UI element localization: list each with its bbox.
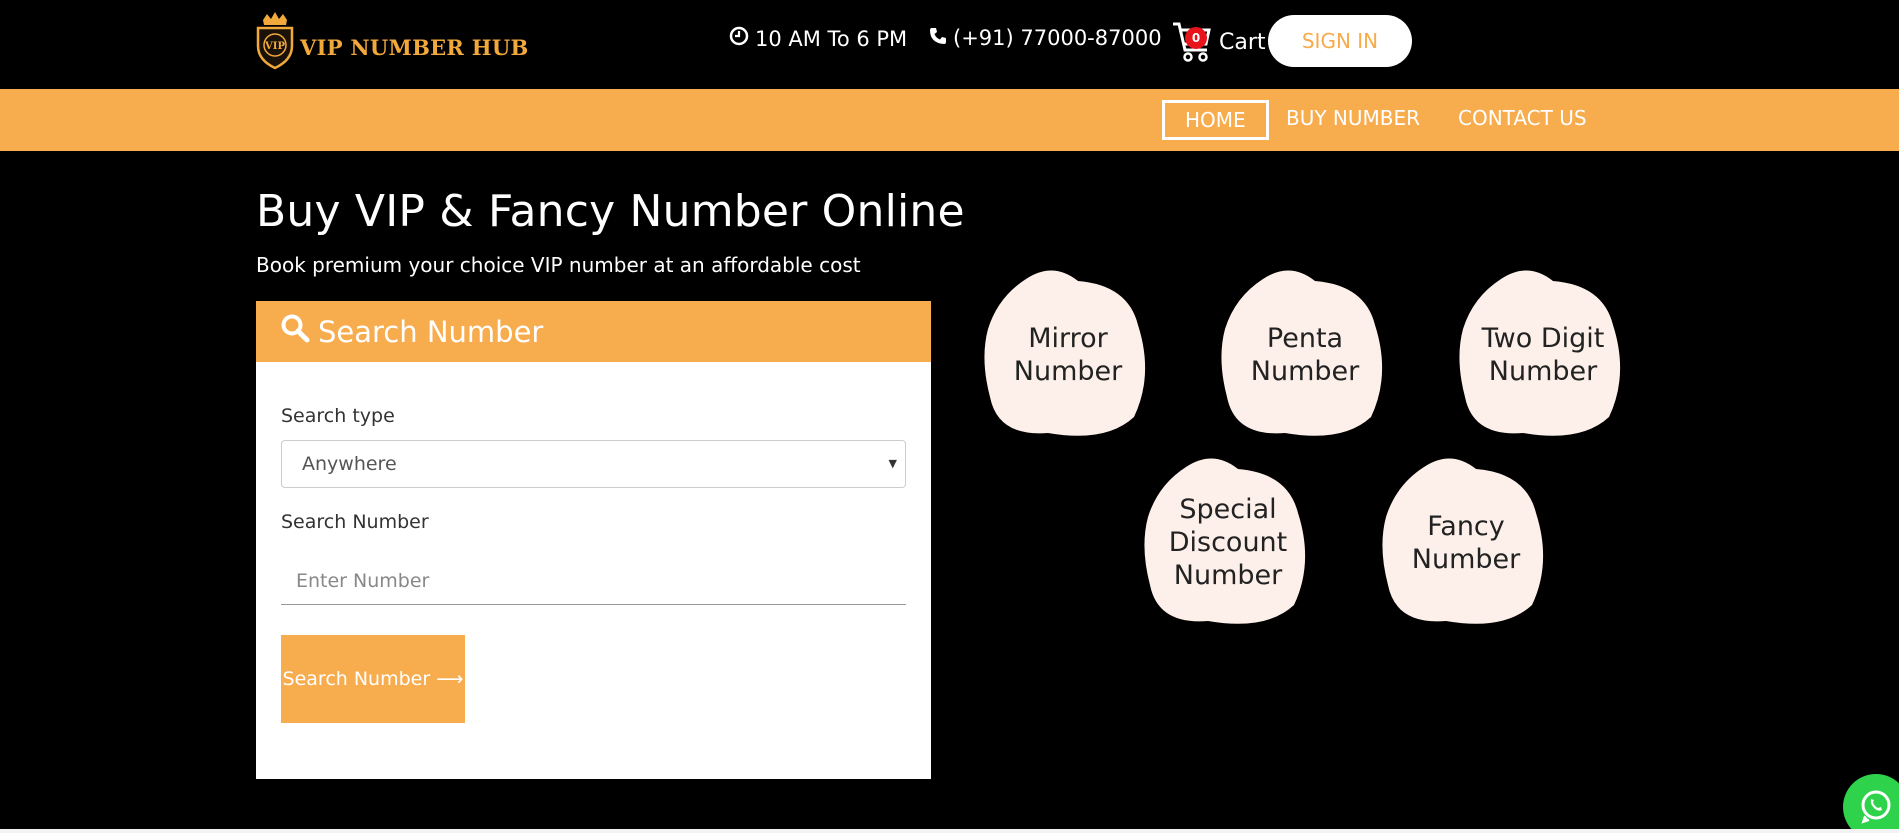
cart-label[interactable]: Cart (1219, 30, 1266, 55)
category-fancy-number[interactable]: Fancy Number (1376, 455, 1556, 630)
search-card-header: Search Number (256, 301, 931, 362)
whatsapp-button[interactable] (1843, 774, 1899, 833)
sign-in-button[interactable]: SIGN IN (1268, 15, 1412, 67)
search-type-label: Search type (281, 405, 395, 427)
search-card-title: Search Number (318, 314, 544, 349)
category-line-2: Number (1013, 355, 1123, 387)
search-card: Search Number Search type Anywhere ▼ Sea… (256, 301, 931, 779)
nav-contact-us[interactable]: CONTACT US (1438, 100, 1607, 140)
category-line-2: Number (1411, 543, 1521, 575)
category-line-1: Fancy (1427, 510, 1505, 542)
business-hours: 10 AM To 6 PM (729, 26, 907, 51)
phone-icon (929, 26, 947, 50)
category-line-2: Number (1250, 355, 1360, 387)
category-special-discount-number[interactable]: Special Discount Number (1138, 455, 1318, 630)
category-line-1: Two Digit (1481, 322, 1605, 354)
main-nav: HOME BUY NUMBER CONTACT US (0, 89, 1899, 151)
cart-icon[interactable]: 0 (1171, 20, 1213, 64)
site-logo[interactable]: VIP VIP NUMBER HUB (254, 10, 529, 70)
chevron-down-icon: ▼ (888, 457, 897, 470)
search-icon (280, 313, 310, 350)
top-bar: VIP VIP NUMBER HUB 10 AM To 6 PM (+91) 7… (0, 0, 1899, 89)
category-mirror-number[interactable]: Mirror Number (978, 267, 1158, 442)
page-title: Buy VIP & Fancy Number Online (256, 186, 965, 237)
badge-text: VIP (264, 41, 285, 52)
category-penta-number[interactable]: Penta Number (1215, 267, 1395, 442)
whatsapp-icon (1861, 790, 1891, 824)
category-line-1: Mirror (1028, 322, 1108, 354)
cart-count-badge: 0 (1185, 27, 1207, 49)
category-line-3: Number (1173, 560, 1283, 591)
page-subtitle: Book premium your choice VIP number at a… (256, 253, 861, 277)
category-line-2: Number (1488, 355, 1598, 387)
phone-number[interactable]: (+91) 77000-87000 (953, 26, 1162, 50)
contact-phone[interactable]: (+91) 77000-87000 (929, 26, 1162, 50)
search-number-button[interactable]: Search Number ⟶ (281, 635, 465, 723)
hours-text: 10 AM To 6 PM (755, 26, 908, 51)
nav-home[interactable]: HOME (1162, 100, 1269, 140)
nav-buy-number[interactable]: BUY NUMBER (1266, 100, 1440, 140)
search-type-value: Anywhere (302, 453, 397, 475)
brand-name: VIP NUMBER HUB (300, 34, 529, 60)
search-number-input[interactable]: Enter Number (281, 557, 906, 605)
category-line-2: Discount (1168, 527, 1288, 558)
category-two-digit-number[interactable]: Two Digit Number (1453, 267, 1633, 442)
category-line-1: Special (1179, 494, 1277, 525)
search-number-label: Search Number (281, 511, 429, 533)
category-line-1: Penta (1266, 322, 1344, 354)
page-divider (0, 829, 1899, 833)
clock-icon (729, 26, 749, 51)
search-type-select[interactable]: Anywhere ▼ (281, 440, 906, 488)
cart-link[interactable]: 0 Cart (1171, 20, 1266, 64)
crown-shield-icon: VIP (254, 10, 296, 70)
